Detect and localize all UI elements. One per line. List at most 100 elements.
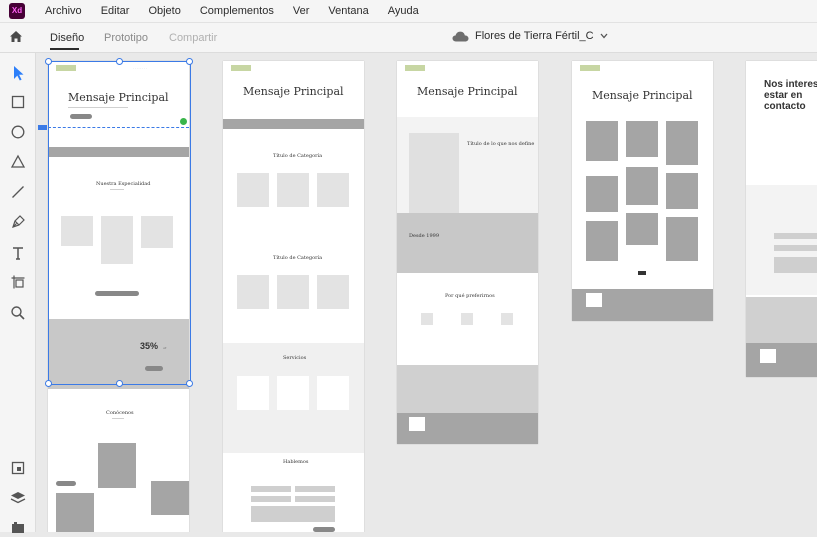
artboard-photo (666, 173, 698, 209)
tab-design[interactable]: Diseño (50, 32, 84, 44)
resize-handle[interactable] (116, 58, 123, 65)
artboard-heading: Nos interesa estar en contacto (764, 79, 817, 112)
artboard-card (237, 275, 269, 309)
resize-handle[interactable] (186, 58, 193, 65)
artboard-footer-logo (760, 349, 776, 363)
text-tool-icon[interactable] (9, 244, 27, 262)
artboard-map (746, 185, 817, 295)
menu-archivo[interactable]: Archivo (45, 5, 82, 17)
line-tool-icon[interactable] (9, 183, 27, 201)
artboard-photo (666, 121, 698, 165)
resize-handle[interactable] (45, 58, 52, 65)
document-title-area[interactable]: Flores de Tierra Fértil_C (452, 30, 608, 42)
menu-list: Archivo Editar Objeto Complementos Ver V… (45, 0, 438, 22)
menu-complementos[interactable]: Complementos (200, 5, 274, 17)
artboard-image-band (746, 297, 817, 343)
artboard-footer-logo (409, 417, 425, 431)
scroll-guide (48, 127, 189, 128)
assets-icon[interactable] (9, 519, 27, 537)
artboard-form-field (774, 257, 817, 273)
canvas[interactable]: · · · · · · · · Mensaje Principal Nuestr… (36, 53, 817, 532)
artboard-heading: Mensaje Principal (592, 89, 693, 102)
document-title: Flores de Tierra Fértil_C (475, 30, 594, 42)
artboard-photo (666, 217, 698, 261)
artboard-image (98, 443, 136, 488)
artboard-section-title: Título de lo que nos define (467, 141, 535, 147)
artboard-form-field (774, 233, 817, 239)
pen-tool-icon[interactable] (9, 213, 27, 231)
xd-logo: Xd (9, 3, 25, 19)
layers-icon[interactable] (9, 489, 27, 507)
ellipse-tool-icon[interactable] (9, 123, 27, 141)
artboard-contact[interactable]: Nos interesa estar en contacto (746, 61, 817, 377)
menu-ayuda[interactable]: Ayuda (388, 5, 419, 17)
artboard-tool-icon[interactable] (9, 273, 27, 291)
resize-handle[interactable] (45, 380, 52, 387)
artboard-photo (586, 121, 618, 161)
artboard-section-title: Por qué preferirnos (445, 293, 495, 299)
tab-share[interactable]: Compartir (169, 32, 217, 44)
selection-box[interactable] (48, 61, 191, 385)
artboard-photo (586, 176, 618, 212)
artboard-footer-logo (586, 293, 602, 307)
tab-prototype[interactable]: Prototipo (104, 32, 148, 44)
menu-editar[interactable]: Editar (101, 5, 130, 17)
artboard-footer (746, 343, 817, 377)
artboard-feature (461, 313, 473, 325)
artboard-photo (626, 121, 658, 157)
artboard-banner (223, 119, 364, 129)
artboard-about[interactable]: Mensaje Principal Título de lo que nos d… (397, 61, 538, 444)
mode-toolbar: Diseño Prototipo Compartir Flores de Tie… (0, 23, 817, 53)
artboard-photo (626, 167, 658, 205)
artboard-button (313, 527, 335, 532)
rectangle-tool-icon[interactable] (9, 93, 27, 111)
artboard-section-title: Servicios (283, 355, 307, 361)
polygon-tool-icon[interactable] (9, 153, 27, 171)
cloud-icon (452, 31, 469, 41)
artboard-gallery[interactable]: Mensaje Principal (572, 61, 713, 321)
artboard-photo (586, 221, 618, 261)
artboard-section-title: Título de Categoría (273, 153, 323, 159)
artboard-divider (112, 418, 124, 419)
add-interaction-icon[interactable] (180, 118, 187, 125)
artboard-pagination (638, 271, 646, 275)
artboard-photo (626, 213, 658, 245)
menu-objeto[interactable]: Objeto (148, 5, 180, 17)
artboard-about-title: Conócenos (106, 410, 134, 416)
artboard-card (237, 173, 269, 207)
artboard-card (317, 376, 349, 410)
artboard-image-band (397, 365, 538, 413)
artboard-button (56, 481, 76, 486)
artboard-form-field (295, 496, 335, 502)
artboard-card (317, 173, 349, 207)
menu-ventana[interactable]: Ventana (328, 5, 368, 17)
artboard-feature (421, 313, 433, 325)
plugins-icon[interactable] (9, 459, 27, 477)
artboard-form-field (251, 506, 335, 522)
artboard-card (277, 376, 309, 410)
menu-ver[interactable]: Ver (293, 5, 310, 17)
artboard-image (409, 133, 459, 213)
artboard-year: Desde 1999 (409, 233, 440, 239)
artboard-image (56, 493, 94, 532)
artboard-heading: Mensaje Principal (243, 85, 344, 98)
artboard-card (277, 275, 309, 309)
guide-handle[interactable] (38, 125, 47, 130)
select-arrow-icon[interactable] (9, 64, 27, 82)
artboard-section-title: Título de Categoría (273, 255, 323, 261)
artboard-categories[interactable]: Mensaje Principal Título de Categoría Tí… (223, 61, 364, 532)
artboard-card (317, 275, 349, 309)
artboard-logo (580, 65, 600, 71)
resize-handle[interactable] (186, 380, 193, 387)
artboard-section-title: Hablemos (283, 459, 309, 465)
artboard-card (277, 173, 309, 207)
artboard-band-dark (397, 213, 538, 273)
artboard-image (151, 481, 189, 515)
artboard-form-field (774, 245, 817, 251)
resize-handle[interactable] (116, 380, 123, 387)
artboard-feature (501, 313, 513, 325)
chevron-down-icon[interactable] (600, 33, 608, 39)
home-icon[interactable] (9, 30, 23, 43)
zoom-tool-icon[interactable] (9, 304, 27, 322)
artboard-form-field (295, 486, 335, 492)
